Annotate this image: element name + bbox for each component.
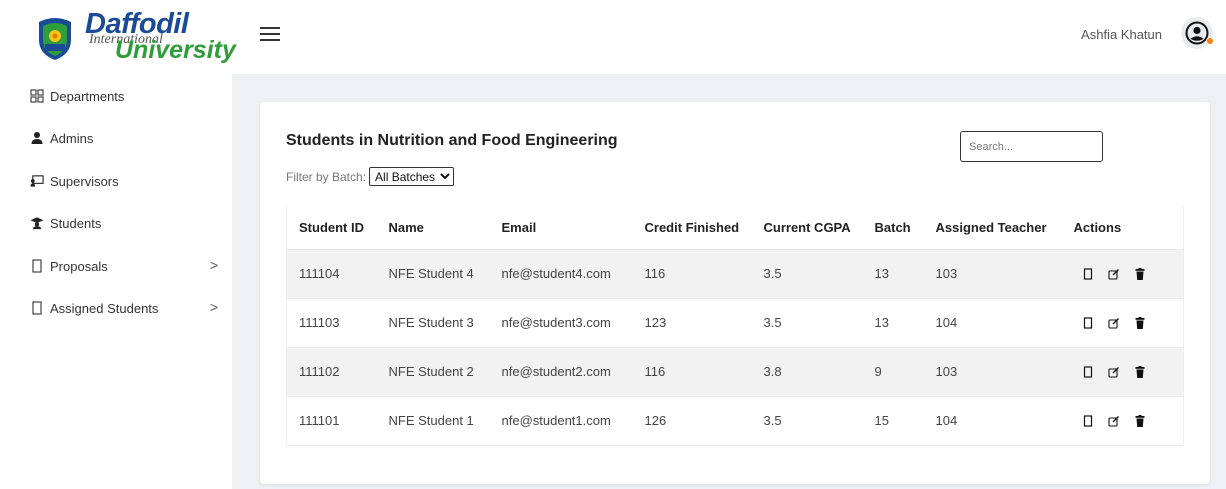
sidebar-item-label: Assigned Students (50, 300, 159, 316)
table-cell: 13 (862, 249, 924, 299)
delete-icon[interactable] (1134, 267, 1146, 280)
table-cell: 3.8 (751, 347, 863, 397)
sidebar-item-label: Supervisors (50, 173, 119, 189)
chevron-right-icon[interactable]: > (210, 299, 218, 315)
table-cell: 104 (923, 396, 1062, 446)
sidebar-item-admins[interactable]: Admins (30, 125, 220, 151)
user-name[interactable]: Ashfia Khatun (1081, 27, 1162, 42)
sidebar-item-students[interactable]: Students (30, 210, 220, 236)
delete-icon[interactable] (1134, 414, 1146, 427)
sidebar-item-proposals[interactable]: Proposals > (30, 253, 220, 279)
table-row: 111102 NFE Student 2 nfe@student2.com 116 3.… (286, 347, 1184, 397)
grid-icon (30, 89, 44, 103)
avatar[interactable] (1181, 17, 1214, 49)
column-header: Name (376, 207, 490, 250)
menu-toggle-icon[interactable] (260, 24, 282, 44)
table-cell: 3.5 (751, 396, 863, 446)
students-card: Students in Nutrition and Food Engineeri… (260, 102, 1210, 484)
delete-icon[interactable] (1134, 316, 1146, 329)
university-logo[interactable]: Daffodil International University (31, 8, 236, 66)
column-header: Credit Finished (632, 207, 752, 250)
row-actions (1061, 249, 1184, 299)
table-row: 111104 NFE Student 4 nfe@student4.com 116 3.… (286, 249, 1184, 299)
status-dot (1206, 37, 1214, 45)
view-icon[interactable] (1082, 365, 1094, 378)
table-cell: NFE Student 3 (376, 298, 490, 348)
table-header-row: Student ID Name Email Credit Finished Cu… (286, 207, 1184, 250)
table-row: 111101 NFE Student 1 nfe@student1.com 126 3.… (286, 396, 1184, 446)
sidebar: Departments Admins Supervisors Students … (0, 74, 232, 489)
column-header: Student ID (286, 207, 377, 250)
logo-emblem-icon (39, 18, 71, 60)
table-cell: 123 (632, 298, 752, 348)
sidebar-item-departments[interactable]: Departments (30, 83, 220, 109)
column-header: Batch (862, 207, 924, 250)
filter-label: Filter by Batch: (286, 169, 367, 184)
sidebar-item-label: Departments (50, 88, 125, 104)
column-header: Assigned Teacher (923, 207, 1062, 250)
batch-select[interactable]: All Batches (369, 167, 455, 186)
search-input[interactable] (960, 131, 1103, 162)
user-icon (30, 131, 44, 145)
view-icon[interactable] (1082, 267, 1094, 280)
sidebar-item-supervisors[interactable]: Supervisors (30, 168, 220, 194)
table-cell: 15 (862, 396, 924, 446)
column-header: Email (489, 207, 633, 250)
edit-icon[interactable] (1107, 267, 1120, 280)
edit-icon[interactable] (1107, 365, 1120, 378)
table-cell: 116 (632, 347, 752, 397)
column-header: Actions (1061, 207, 1184, 250)
chalkboard-teacher-icon (30, 174, 44, 188)
sidebar-item-label: Students (50, 215, 102, 231)
view-icon[interactable] (1082, 316, 1094, 329)
students-table: Student ID Name Email Credit Finished Cu… (286, 207, 1184, 446)
table-cell: nfe@student2.com (489, 347, 633, 397)
table-cell: 9 (862, 347, 924, 397)
table-row: 111103 NFE Student 3 nfe@student3.com 123 3.… (286, 298, 1184, 348)
table-cell: 3.5 (751, 249, 863, 299)
table-cell: nfe@student3.com (489, 298, 633, 348)
table-cell: nfe@student1.com (489, 396, 633, 446)
page-title: Students in Nutrition and Food Engineeri… (286, 132, 618, 149)
table-cell: 116 (632, 249, 752, 299)
table-cell: NFE Student 4 (376, 249, 490, 299)
main-content: Students in Nutrition and Food Engineeri… (232, 74, 1226, 489)
table-cell: 103 (923, 249, 1062, 299)
column-header: Current CGPA (751, 207, 863, 250)
graduation-cap-icon (30, 216, 44, 230)
sidebar-item-label: Proposals (50, 258, 108, 274)
document-icon (30, 259, 44, 273)
top-bar: Daffodil International University Ashfia… (0, 0, 1226, 74)
table-cell: 103 (923, 347, 1062, 397)
sidebar-item-assigned-students[interactable]: Assigned Students > (30, 295, 220, 321)
row-actions (1061, 396, 1184, 446)
table-cell: 3.5 (751, 298, 863, 348)
logo-university-text: University (115, 36, 236, 64)
table-cell: 111102 (286, 347, 377, 397)
table-cell: 13 (862, 298, 924, 348)
row-actions (1061, 347, 1184, 397)
table-cell: 111103 (286, 298, 377, 348)
table-cell: NFE Student 1 (376, 396, 490, 446)
table-cell: nfe@student4.com (489, 249, 633, 299)
edit-icon[interactable] (1107, 316, 1120, 329)
table-cell: 104 (923, 298, 1062, 348)
document-icon (30, 301, 44, 315)
view-icon[interactable] (1082, 414, 1094, 427)
batch-filter: Filter by Batch: All Batches (286, 167, 455, 186)
chevron-right-icon[interactable]: > (210, 257, 218, 273)
delete-icon[interactable] (1134, 365, 1146, 378)
table-cell: 126 (632, 396, 752, 446)
row-actions (1061, 298, 1184, 348)
edit-icon[interactable] (1107, 414, 1120, 427)
table-cell: 111101 (286, 396, 377, 446)
sidebar-item-label: Admins (50, 130, 94, 146)
table-cell: 111104 (286, 249, 377, 299)
table-cell: NFE Student 2 (376, 347, 490, 397)
